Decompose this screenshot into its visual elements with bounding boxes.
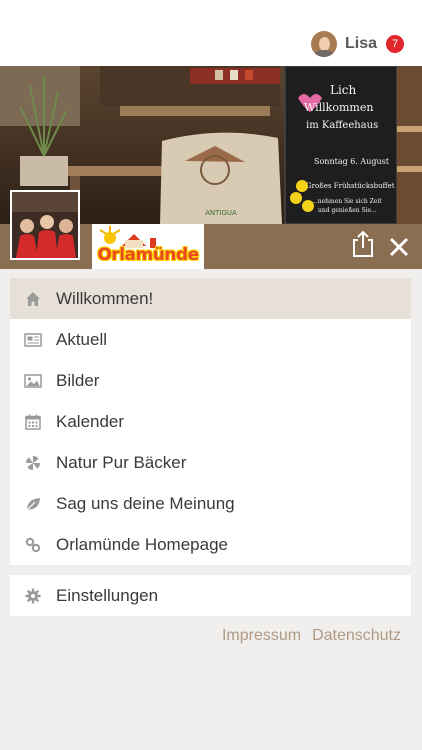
menu-item-willkommen[interactable]: Willkommen! (10, 278, 411, 319)
close-icon (389, 237, 409, 257)
menu-item-kalender[interactable]: Kalender (10, 401, 411, 442)
menu-item-einstellungen[interactable]: Einstellungen (10, 575, 411, 616)
brand-logo[interactable]: Orlamünde (92, 224, 204, 269)
menu-label: Kalender (56, 411, 125, 431)
menu-label: Bilder (56, 370, 100, 390)
user-profile[interactable]: Lisa 7 (310, 30, 404, 58)
sign-line-5: Großes Frühstücksbuffet (306, 182, 395, 190)
menu-item-aktuell[interactable]: Aktuell (10, 319, 411, 360)
sign-line-1: Lich (330, 83, 357, 97)
menu-label: Einstellungen (56, 585, 159, 605)
share-icon (353, 230, 373, 257)
menu-label: Natur Pur Bäcker (56, 452, 187, 472)
datenschutz-link[interactable]: Datenschutz (312, 627, 401, 645)
calendar-icon (24, 413, 42, 431)
settings-menu: Einstellungen (10, 575, 411, 616)
menu-item-natur-pur-baecker[interactable]: Natur Pur Bäcker (10, 442, 411, 483)
profile-photo[interactable] (10, 190, 80, 260)
nav-menu: Willkommen! Aktuell Bilder Kalender Natu… (10, 278, 411, 565)
close-button[interactable] (388, 236, 410, 258)
sign-line-4: Sonntag 6. August (314, 157, 390, 166)
link-icon (24, 536, 42, 554)
sign-line-7: und genießen Sie... (318, 207, 377, 214)
top-bar: Lisa 7 (0, 0, 422, 66)
share-button[interactable] (350, 230, 376, 258)
newspaper-icon (24, 331, 42, 349)
gear-icon (24, 587, 42, 605)
leaf-icon (24, 495, 42, 513)
menu-label: Aktuell (56, 329, 108, 349)
footer-links: Impressum Datenschutz (222, 627, 401, 645)
menu-label: Sag uns deine Meinung (56, 493, 235, 513)
sign-line-3: im Kaffeehaus (306, 120, 378, 131)
menu-item-homepage[interactable]: Orlamünde Homepage (10, 524, 411, 565)
pinwheel-icon (24, 454, 42, 472)
menu-label: Willkommen! (56, 288, 154, 308)
sack-label: ANTIGUA (205, 209, 237, 217)
menu-item-bilder[interactable]: Bilder (10, 360, 411, 401)
sign-line-6: ...nehmen Sie sich Zeit (312, 198, 382, 205)
sign-line-2: Willkommen (304, 101, 373, 114)
impressum-link[interactable]: Impressum (222, 627, 301, 645)
notification-badge[interactable]: 7 (386, 35, 404, 53)
username[interactable]: Lisa (345, 35, 377, 53)
home-icon (24, 290, 42, 308)
avatar[interactable] (310, 31, 337, 57)
logo-text: Orlamünde (97, 245, 199, 265)
image-icon (24, 372, 42, 390)
menu-item-feedback[interactable]: Sag uns deine Meinung (10, 483, 411, 524)
menu-label: Orlamünde Homepage (56, 534, 228, 554)
